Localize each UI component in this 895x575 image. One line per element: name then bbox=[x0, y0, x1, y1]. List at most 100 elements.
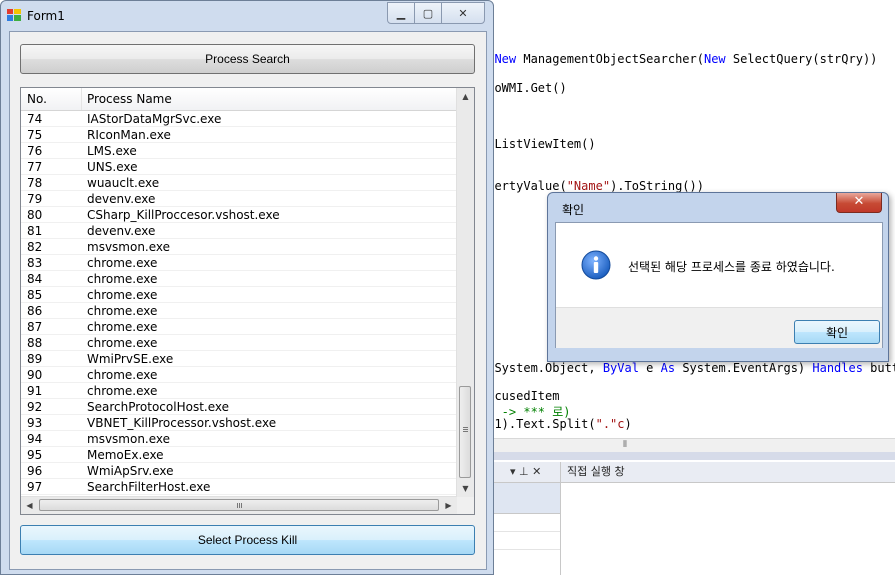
table-row[interactable]: 91 chrome.exe bbox=[21, 383, 457, 399]
process-name: RIconMan.exe bbox=[87, 128, 171, 142]
process-number: 83 bbox=[27, 256, 43, 270]
code-token: ByVal bbox=[602, 361, 639, 375]
process-number: 93 bbox=[27, 416, 43, 430]
table-row[interactable]: 86 chrome.exe bbox=[21, 303, 457, 319]
table-row[interactable]: 89 WmiPrvSE.exe bbox=[21, 351, 457, 367]
process-number: 92 bbox=[27, 400, 43, 414]
dialog-close-button[interactable]: ✕ bbox=[836, 193, 882, 213]
code-token: "Name" bbox=[566, 179, 611, 193]
dialog-title: 확인 bbox=[562, 203, 585, 217]
table-row[interactable]: 93 VBNET_KillProcessor.vshost.exe bbox=[21, 415, 457, 431]
table-row[interactable]: 84 chrome.exe bbox=[21, 271, 457, 287]
code-token: ListViewItem() bbox=[487, 137, 596, 151]
code-line: s System.Object, ByVal e As System.Event… bbox=[480, 361, 895, 375]
code-token: s(1).Text.Split( bbox=[480, 417, 596, 431]
process-number: 82 bbox=[27, 240, 43, 254]
scroll-left-icon[interactable]: ◀ bbox=[21, 497, 38, 514]
column-header-process-name[interactable]: Process Name bbox=[87, 88, 172, 110]
table-row[interactable]: 76 LMS.exe bbox=[21, 143, 457, 159]
code-line: = New ManagementObjectSearcher(New Selec… bbox=[480, 52, 877, 66]
process-name: CSharp_KillProccesor.vshost.exe bbox=[87, 208, 280, 222]
listview-vertical-scrollbar[interactable]: ▲ ▼ bbox=[456, 88, 474, 497]
immediate-window-title: 직접 실행 창 bbox=[561, 462, 895, 483]
process-name: chrome.exe bbox=[87, 336, 158, 350]
close-button[interactable]: ✕ bbox=[442, 3, 484, 23]
code-token: oWMI.Get() bbox=[487, 81, 567, 95]
code-line: w ListViewItem() bbox=[480, 137, 596, 151]
table-row[interactable]: 92 SearchProtocolHost.exe bbox=[21, 399, 457, 415]
process-number: 90 bbox=[27, 368, 43, 382]
table-row[interactable]: 81 devenv.exe bbox=[21, 223, 457, 239]
process-name: chrome.exe bbox=[87, 368, 158, 382]
horizontal-scroll-thumb[interactable] bbox=[39, 499, 439, 511]
editor-horizontal-scrollbar[interactable]: ⦀ bbox=[480, 438, 895, 453]
process-name: chrome.exe bbox=[87, 384, 158, 398]
listview-horizontal-scrollbar[interactable]: ◀ ▶ bbox=[21, 496, 457, 514]
vertical-scroll-thumb[interactable] bbox=[459, 386, 471, 478]
process-number: 84 bbox=[27, 272, 43, 286]
code-line: s(1).Text.Split("."c) bbox=[480, 417, 632, 431]
table-row[interactable]: 77 UNS.exe bbox=[21, 159, 457, 175]
table-row[interactable]: 94 msvsmon.exe bbox=[21, 431, 457, 447]
immediate-window[interactable]: 직접 실행 창 bbox=[561, 462, 895, 575]
confirm-dialog: 확인 ✕ 선택된 해당 프로세스를 종료 하였습니다. 확인 bbox=[547, 192, 889, 362]
process-name: MemoEx.exe bbox=[87, 448, 164, 462]
process-name: chrome.exe bbox=[87, 304, 158, 318]
caption-buttons: ▁ ▢ ✕ bbox=[387, 2, 485, 24]
table-row[interactable]: 75 RIconMan.exe bbox=[21, 127, 457, 143]
table-row[interactable]: 83 chrome.exe bbox=[21, 255, 457, 271]
table-row[interactable]: 85 chrome.exe bbox=[21, 287, 457, 303]
process-name: VBNET_KillProcessor.vshost.exe bbox=[87, 416, 277, 430]
table-row[interactable]: 96 WmiApSrv.exe bbox=[21, 463, 457, 479]
process-number: 79 bbox=[27, 192, 43, 206]
table-row[interactable]: 95 MemoEx.exe bbox=[21, 447, 457, 463]
process-number: 80 bbox=[27, 208, 43, 222]
process-name: wuauclt.exe bbox=[87, 176, 160, 190]
process-number: 76 bbox=[27, 144, 43, 158]
table-row[interactable]: 97 SearchFilterHost.exe bbox=[21, 479, 457, 495]
table-row[interactable]: 74 IAStorDataMgrSvc.exe bbox=[21, 111, 457, 127]
dialog-message: 선택된 해당 프로세스를 종료 하였습니다. bbox=[628, 260, 835, 274]
scroll-down-icon[interactable]: ▼ bbox=[457, 480, 474, 497]
pane-controls[interactable]: ▾ ⊥ ✕ bbox=[510, 465, 541, 478]
process-listview[interactable]: No. Process Name 74 IAStorDataMgrSvc.exe 7… bbox=[20, 87, 475, 515]
process-search-button[interactable]: Process Search bbox=[20, 44, 475, 74]
table-row[interactable]: 80 CSharp_KillProccesor.vshost.exe bbox=[21, 207, 457, 223]
process-number: 75 bbox=[27, 128, 43, 142]
process-name: WmiPrvSE.exe bbox=[87, 352, 174, 366]
code-token: System.EventArgs) bbox=[675, 361, 813, 375]
column-header-no[interactable]: No. bbox=[27, 88, 82, 110]
code-line: opertyValue("Name").ToString()) bbox=[480, 179, 704, 193]
process-number: 77 bbox=[27, 160, 43, 174]
select-process-kill-button[interactable]: Select Process Kill bbox=[20, 525, 475, 555]
process-name: devenv.exe bbox=[87, 224, 156, 238]
minimize-button[interactable]: ▁ bbox=[388, 3, 415, 23]
process-number: 86 bbox=[27, 304, 43, 318]
table-row[interactable]: 88 chrome.exe bbox=[21, 335, 457, 351]
process-name: chrome.exe bbox=[87, 288, 158, 302]
scroll-grip[interactable]: ⦀ bbox=[610, 441, 640, 450]
table-row[interactable]: 78 wuauclt.exe bbox=[21, 175, 457, 191]
scroll-right-icon[interactable]: ▶ bbox=[440, 497, 457, 514]
process-number: 96 bbox=[27, 464, 43, 478]
process-number: 97 bbox=[27, 480, 43, 494]
scroll-up-icon[interactable]: ▲ bbox=[457, 88, 474, 105]
table-row[interactable]: 90 chrome.exe bbox=[21, 367, 457, 383]
code-token: ManagementObjectSearcher( bbox=[516, 52, 704, 66]
maximize-button[interactable]: ▢ bbox=[415, 3, 442, 23]
code-token: New bbox=[703, 52, 726, 66]
process-name: chrome.exe bbox=[87, 256, 158, 270]
ok-button[interactable]: 확인 bbox=[794, 320, 880, 344]
form1-window: Form1 ▁ ▢ ✕ Process Search No. Process N… bbox=[0, 0, 494, 575]
table-row[interactable]: 87 chrome.exe bbox=[21, 319, 457, 335]
form-app-icon bbox=[7, 9, 21, 21]
table-row[interactable]: 82 msvsmon.exe bbox=[21, 239, 457, 255]
table-row[interactable]: 79 devenv.exe bbox=[21, 191, 457, 207]
code-token: New bbox=[494, 52, 517, 66]
pane-splitter[interactable] bbox=[480, 452, 895, 460]
code-token: System.Object, bbox=[487, 361, 603, 375]
form1-titlebar[interactable]: Form1 ▁ ▢ ✕ bbox=[1, 1, 493, 31]
process-number: 74 bbox=[27, 112, 43, 126]
process-name: chrome.exe bbox=[87, 272, 158, 286]
close-icon: ✕ bbox=[458, 6, 468, 20]
